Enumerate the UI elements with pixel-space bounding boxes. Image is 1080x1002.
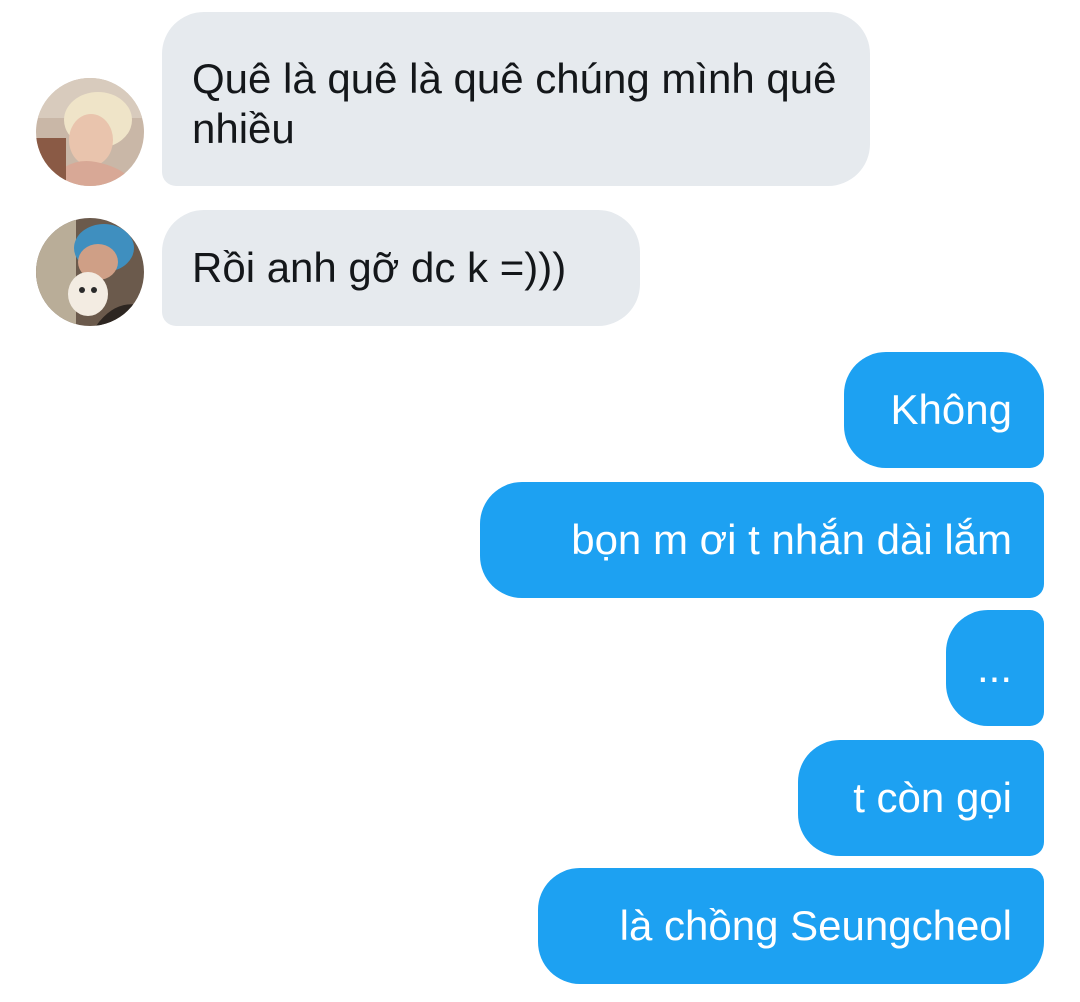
blue-hair-person-with-dog-avatar-icon [36,218,144,326]
incoming-message-1[interactable]: Quê là quê là quê chúng mình quê nhiều [162,12,870,186]
outgoing-message-4[interactable]: t còn gọi [798,740,1044,856]
outgoing-message-3[interactable]: ... [946,610,1044,726]
sender-avatar-1[interactable] [36,78,144,186]
outgoing-message-5[interactable]: là chồng Seungcheol [538,868,1044,984]
blonde-person-profile-avatar-icon [36,78,144,186]
sender-avatar-2[interactable] [36,218,144,326]
incoming-message-2[interactable]: Rồi anh gỡ dc k =))) [162,210,640,326]
conversation-view: Quê là quê là quê chúng mình quê nhiều R… [0,0,1080,1002]
outgoing-message-2[interactable]: bọn m ơi t nhắn dài lắm [480,482,1044,598]
outgoing-message-1[interactable]: Không [844,352,1044,468]
